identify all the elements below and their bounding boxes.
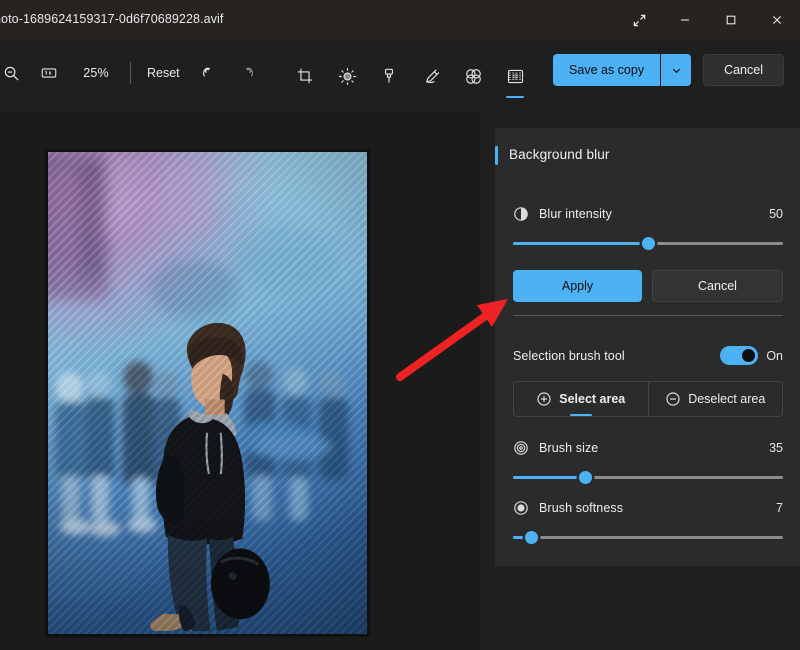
brush-size-value: 35 (769, 441, 783, 455)
redo-button[interactable] (228, 54, 266, 92)
filters-icon (465, 68, 481, 84)
close-icon (773, 16, 781, 24)
reset-button[interactable]: Reset (137, 59, 190, 87)
maximize-button[interactable] (708, 0, 754, 40)
background-blur-icon (507, 69, 523, 83)
slider-knob[interactable] (641, 237, 655, 250)
selection-brush-label: Selection brush tool (513, 348, 625, 363)
window-controls (662, 0, 800, 40)
slider-knob[interactable] (525, 531, 539, 544)
blur-intensity-label: Blur intensity (539, 207, 612, 221)
markup-tool-button[interactable] (412, 54, 450, 98)
selection-brush-toggle[interactable] (720, 346, 759, 365)
panel-divider (513, 315, 783, 316)
minimize-button[interactable] (662, 0, 708, 40)
plus-circle-icon (537, 392, 551, 406)
deselect-area-label: Deselect area (688, 392, 766, 406)
brush-softness-row: Brush softness 7 (513, 500, 783, 516)
panel-accent-bar (495, 146, 498, 165)
select-area-label: Select area (559, 392, 626, 406)
selection-brush-row: Selection brush tool On (513, 346, 783, 365)
slider-fill (513, 242, 648, 245)
background-blur-panel: Background blur Blur intensity 50 Apply … (495, 128, 800, 566)
undo-button[interactable] (190, 54, 228, 92)
crop-tool-button[interactable] (286, 54, 324, 98)
zoom-level[interactable]: 25% (68, 66, 124, 80)
apply-cancel-row: Apply Cancel (513, 270, 783, 302)
undo-icon (202, 67, 210, 77)
area-mode-segmented-control: Select area Deselect area (513, 381, 783, 417)
crop-icon (297, 68, 313, 84)
panel-header: Background blur (495, 128, 800, 184)
tool-group (286, 54, 534, 98)
apply-button[interactable]: Apply (513, 270, 642, 302)
slider-fill (513, 476, 586, 479)
redo-icon (245, 67, 253, 77)
blur-intensity-value: 50 (769, 207, 783, 221)
contrast-half-circle-icon (514, 207, 528, 221)
zoom-controls: 25% Reset (0, 54, 266, 92)
toolbar-divider (130, 62, 131, 84)
toggle-knob (742, 349, 756, 362)
save-as-copy-split-button[interactable]: Save as copy (553, 54, 692, 86)
photo-vignette (48, 152, 367, 634)
save-options-button[interactable] (661, 54, 692, 86)
brush-softness-slider[interactable] (513, 529, 783, 545)
save-as-copy-button[interactable]: Save as copy (553, 54, 661, 86)
actual-size-button[interactable] (30, 54, 68, 92)
close-button[interactable] (754, 0, 800, 40)
background-blur-tool-button[interactable] (496, 54, 534, 98)
pen-markup-icon (425, 69, 439, 83)
slider-track (513, 536, 783, 539)
actual-size-icon (41, 68, 57, 78)
selection-brush-state: On (766, 348, 783, 363)
title-bar: hoto-1689624159317-0d6f70689228.avif (0, 0, 800, 40)
slider-knob[interactable] (579, 471, 593, 484)
magnifier-minus-icon (4, 66, 19, 81)
brush-size-slider[interactable] (513, 469, 783, 485)
expand-icon (633, 14, 645, 26)
deselect-area-tab[interactable]: Deselect area (649, 382, 783, 416)
photo-canvas[interactable] (45, 149, 370, 637)
chevron-down-icon (672, 68, 680, 73)
select-area-tab[interactable]: Select area (514, 382, 648, 416)
panel-title: Background blur (509, 147, 610, 162)
blur-intensity-slider[interactable] (513, 235, 783, 251)
canvas-area[interactable] (0, 112, 480, 650)
minus-circle-icon (666, 392, 680, 406)
retouch-brush-icon (385, 68, 393, 83)
action-buttons: Save as copy Cancel (553, 54, 784, 86)
brush-softness-label: Brush softness (539, 501, 624, 515)
adjustment-tool-button[interactable] (328, 54, 366, 98)
minimize-icon (681, 19, 689, 21)
zoom-out-button[interactable] (0, 54, 30, 92)
photos-editor-window: hoto-1689624159317-0d6f70689228.avif 25%… (0, 0, 800, 650)
target-circles-icon (514, 441, 528, 455)
brush-size-row: Brush size 35 (513, 440, 783, 456)
cancel-top-button[interactable]: Cancel (703, 54, 784, 86)
editor-toolbar: 25% Reset Save as copy Cancel (0, 40, 800, 112)
erase-tool-button[interactable] (370, 54, 408, 98)
expand-button[interactable] (622, 0, 656, 40)
soft-dot-circle-icon (514, 501, 528, 515)
blur-intensity-row: Blur intensity 50 (513, 206, 783, 222)
brush-size-label: Brush size (539, 441, 599, 455)
window-title: hoto-1689624159317-0d6f70689228.avif (0, 12, 224, 26)
brightness-icon (338, 67, 356, 85)
brush-softness-value: 7 (776, 501, 783, 515)
maximize-icon (726, 15, 736, 25)
filters-tool-button[interactable] (454, 54, 492, 98)
cancel-blur-button[interactable]: Cancel (652, 270, 783, 302)
